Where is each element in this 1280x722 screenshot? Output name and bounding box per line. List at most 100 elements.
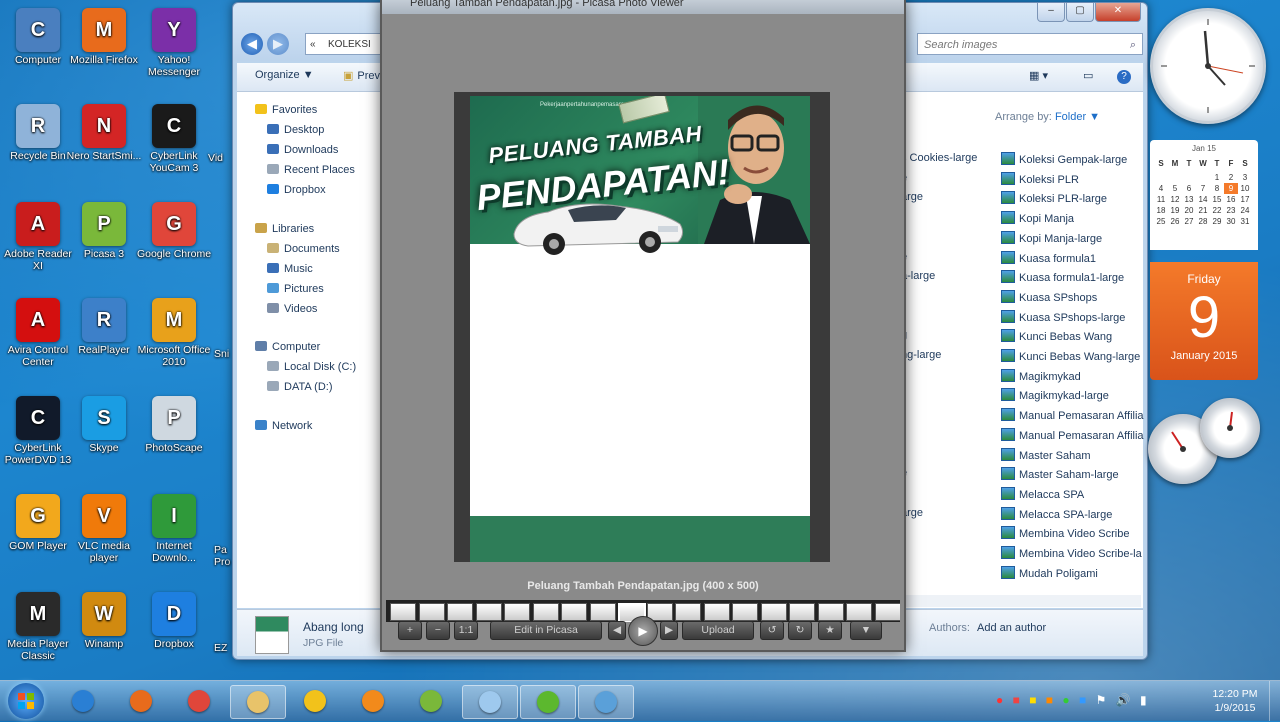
more-menu-button[interactable]: ▼	[850, 621, 882, 640]
desktop-icon[interactable]: Y Yahoo! Messenger	[136, 8, 212, 78]
tray-icon[interactable]: ■	[1046, 693, 1053, 707]
forward-button[interactable]: ▶	[267, 33, 289, 55]
star-button[interactable]: ★	[818, 621, 842, 640]
file-item[interactable]: Kopi Manja-large	[1001, 230, 1102, 245]
preview-button[interactable]: ▣ Prev	[343, 69, 380, 82]
desktop-icon[interactable]: M Media Player Classic	[0, 592, 76, 662]
slideshow-play-button[interactable]: ▶	[628, 616, 658, 646]
system-tray[interactable]: ● ■ ■ ■ ● ■ ⚑ 🔊 ▮	[996, 693, 1147, 707]
nav-item-library[interactable]: Documents	[267, 243, 340, 255]
zoom-out-button[interactable]: −	[426, 621, 450, 640]
back-button[interactable]: ◀	[241, 33, 263, 55]
file-item[interactable]: Kuasa SPshops-large	[1001, 309, 1125, 324]
desktop-icon[interactable]: G GOM Player	[0, 494, 76, 552]
calendar-day-cell[interactable]: 26	[1168, 216, 1182, 227]
tray-icon[interactable]: ●	[996, 693, 1003, 707]
nav-item-library[interactable]: Videos	[267, 303, 317, 315]
actual-size-button[interactable]: 1:1	[454, 621, 478, 640]
taskbar-app-button[interactable]	[230, 685, 286, 719]
network-icon[interactable]: ▮	[1140, 693, 1147, 707]
file-item[interactable]: Master Saham	[1001, 447, 1091, 462]
file-item[interactable]: Membina Video Scribe	[1001, 526, 1129, 540]
taskbar-app-button[interactable]	[114, 685, 168, 717]
volume-icon[interactable]: 🔊	[1116, 693, 1131, 707]
calendar-day-cell[interactable]	[1182, 169, 1196, 180]
calendar-day-cell[interactable]: 17	[1238, 194, 1252, 205]
maximize-button[interactable]: ▢	[1066, 3, 1094, 22]
desktop-icon[interactable]: M Mozilla Firefox	[66, 8, 142, 66]
desktop-icon[interactable]: P Picasa 3	[66, 202, 142, 260]
nav-item-library[interactable]: Pictures	[267, 283, 324, 295]
desktop-icon[interactable]: S Skype	[66, 396, 142, 454]
edit-in-picasa-button[interactable]: Edit in Picasa	[490, 621, 602, 640]
file-item[interactable]: Manual Pemasaran Affilia	[1001, 408, 1144, 422]
clock-gadget[interactable]	[1150, 8, 1266, 124]
nav-item-drive[interactable]: Local Disk (C:)	[267, 361, 356, 373]
memory-meter-gadget[interactable]	[1200, 398, 1260, 458]
calendar-day-cell[interactable]: 11	[1154, 194, 1168, 205]
file-item-partial[interactable]: ng-large	[901, 349, 941, 361]
file-item[interactable]: Koleksi PLR	[1001, 171, 1079, 186]
file-item[interactable]: Membina Video Scribe-la	[1001, 546, 1142, 560]
calendar-day-cell[interactable]: 1	[1210, 172, 1224, 183]
taskbar-app-button[interactable]	[520, 685, 576, 719]
organize-button[interactable]: Organize ▼	[255, 69, 314, 81]
calendar-day-cell[interactable]: 7	[1196, 183, 1210, 194]
calendar-day-cell[interactable]: 8	[1210, 183, 1224, 194]
tray-icon[interactable]: ●	[1062, 693, 1069, 707]
desktop-icon[interactable]: V VLC media player	[66, 494, 142, 564]
desktop-icon[interactable]: C CyberLink YouCam 3	[136, 104, 212, 174]
calendar-day-cell[interactable]: 12	[1168, 194, 1182, 205]
taskbar-app-button[interactable]	[346, 685, 400, 717]
desktop-icon[interactable]: C CyberLink PowerDVD 13	[0, 396, 76, 466]
file-item[interactable]: Melacca SPA	[1001, 486, 1084, 501]
file-item[interactable]: Kuasa formula1	[1001, 250, 1096, 265]
calendar-day-cell[interactable]	[1168, 169, 1182, 180]
show-desktop-button[interactable]	[1269, 681, 1280, 721]
file-item-partial[interactable]: a-large	[901, 270, 935, 282]
calendar-day-cell[interactable]: 31	[1238, 216, 1252, 227]
taskbar-app-button[interactable]	[56, 685, 110, 717]
nav-libraries[interactable]: Libraries	[255, 223, 314, 235]
file-item-partial[interactable]: s Cookies-large	[901, 152, 977, 164]
calendar-day-cell[interactable]: 19	[1168, 205, 1182, 216]
calendar-day-cell[interactable]: 30	[1224, 216, 1238, 227]
calendar-day-cell[interactable]: 21	[1196, 205, 1210, 216]
desktop-icon[interactable]: I Internet Downlo...	[136, 494, 212, 564]
calendar-day-cell[interactable]: 25	[1154, 216, 1168, 227]
file-item[interactable]: Koleksi PLR-large	[1001, 191, 1107, 205]
calendar-day-cell[interactable]: 13	[1182, 194, 1196, 205]
file-item[interactable]: Magikmykad-large	[1001, 388, 1109, 402]
file-item[interactable]: Kopi Manja	[1001, 211, 1074, 225]
upload-button[interactable]: Upload	[682, 621, 754, 640]
zoom-in-button[interactable]: +	[398, 621, 422, 640]
file-item[interactable]: Manual Pemasaran Affilia	[1001, 427, 1144, 442]
file-item[interactable]: Kunci Bebas Wang-large	[1001, 349, 1140, 363]
preview-pane-icon[interactable]: ▭	[1083, 69, 1093, 82]
file-item[interactable]: Mudah Poligami	[1001, 565, 1098, 580]
calendar-day-cell[interactable]: 16	[1224, 194, 1238, 205]
calendar-day-cell[interactable]: 6	[1182, 183, 1196, 194]
calendar-day-cell[interactable]: 27	[1182, 216, 1196, 227]
calendar-day-cell[interactable]: 3	[1238, 172, 1252, 183]
file-item[interactable]: Magikmykad	[1001, 368, 1081, 383]
desktop-icon[interactable]: A Adobe Reader XI	[0, 202, 76, 272]
previous-photo-icon[interactable]: ◀	[608, 621, 626, 640]
desktop-icon[interactable]: N Nero StartSmi...	[66, 104, 142, 162]
calendar-day-cell[interactable]: 2	[1224, 172, 1238, 183]
calendar-gadget[interactable]: Jan 15 S M T W T F S1 2 34 5 6 7 8 9 1011 12 13 14 15 16 171…	[1150, 140, 1258, 380]
taskbar-app-button[interactable]	[404, 685, 458, 717]
calendar-day-cell[interactable]	[1154, 169, 1168, 180]
desktop-partial-label[interactable]: EZ	[214, 642, 234, 654]
calendar-day-cell[interactable]	[1196, 169, 1210, 180]
desktop-icon[interactable]: D Dropbox	[136, 592, 212, 650]
desktop-icon[interactable]: R RealPlayer	[66, 298, 142, 356]
calendar-day-cell[interactable]: 28	[1196, 216, 1210, 227]
minimize-button[interactable]: –	[1037, 3, 1065, 22]
calendar-day-cell[interactable]: 4	[1154, 183, 1168, 194]
desktop-partial-label[interactable]: Pa Pro	[214, 544, 234, 568]
photo-image[interactable]: Pekerjaanpertahunanpemasaran PELUANG TAM…	[470, 96, 810, 562]
desktop-icon[interactable]: M Microsoft Office 2010	[136, 298, 212, 368]
file-item[interactable]: Master Saham-large	[1001, 467, 1119, 481]
nav-computer[interactable]: Computer	[255, 341, 320, 353]
